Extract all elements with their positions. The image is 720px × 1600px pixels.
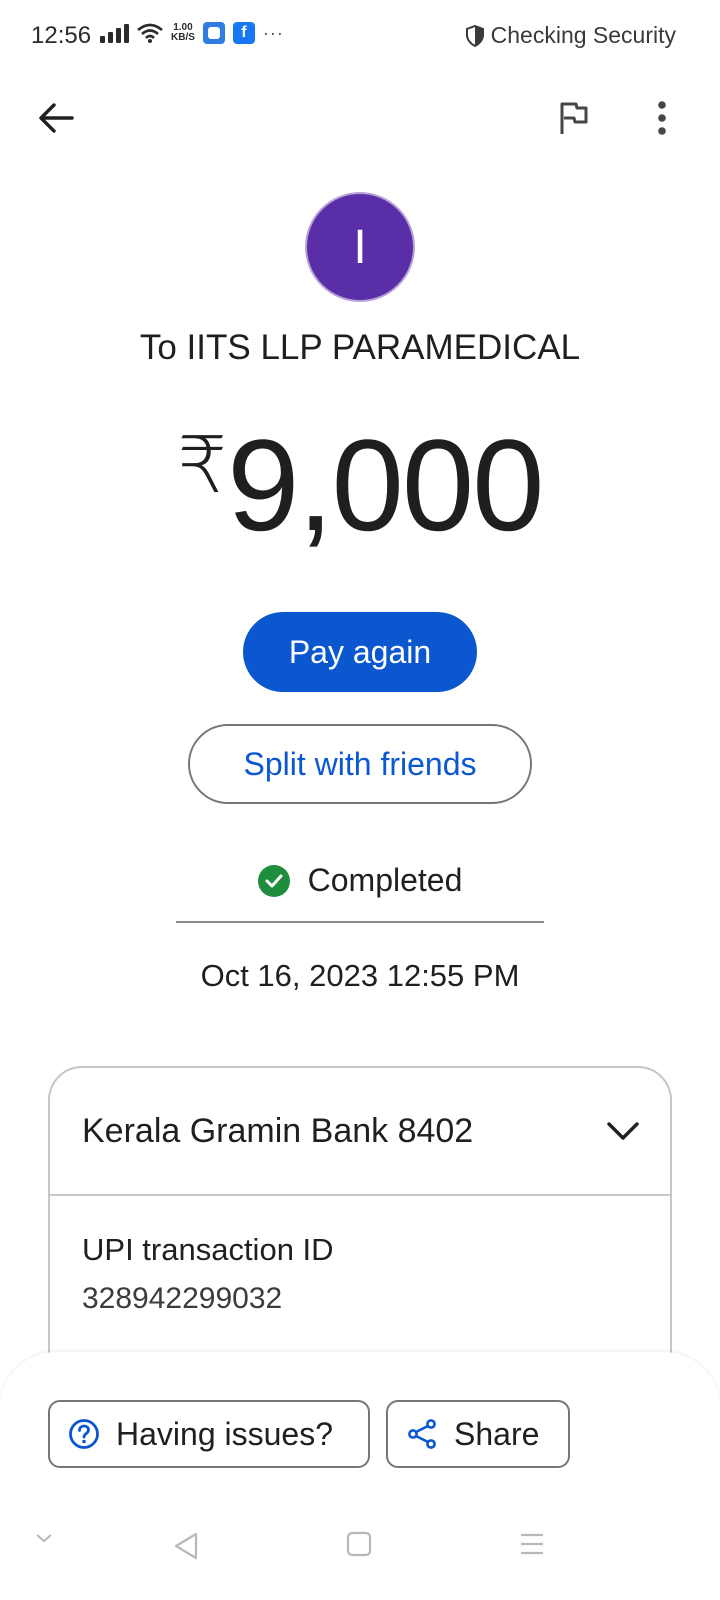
network-speed: 1.00 KB/S [171,23,195,43]
share-label: Share [454,1415,540,1452]
shield-icon [465,24,484,47]
more-options-button[interactable] [644,96,680,140]
pay-again-button[interactable]: Pay again [243,612,477,692]
transaction-datetime: Oct 16, 2023 12:55 PM [200,958,520,993]
nav-home-button[interactable] [346,1531,372,1557]
currency-symbol: ₹ [177,421,228,509]
avatar: I [305,192,415,302]
amount-value: 9,000 [227,412,544,558]
having-issues-button[interactable]: Having issues? [48,1400,370,1468]
status-text: Completed [307,862,463,898]
more-notifications-icon: ··· [262,22,284,43]
nav-collapse-button[interactable] [34,1531,54,1545]
security-text: Checking Security [490,22,676,48]
wifi-icon [137,23,163,43]
menu-recents-icon [521,1533,543,1555]
bank-account-row[interactable]: Kerala Gramin Bank 8402 [50,1068,670,1196]
back-button[interactable] [34,96,78,140]
security-status: Checking Security [465,22,676,49]
app-notification-icon [202,22,225,44]
check-circle-icon [257,864,290,897]
upi-transaction-id: 328942299032 [82,1282,283,1315]
help-circle-icon [69,1419,99,1449]
chevron-down-icon [36,1534,52,1543]
status-icons: 1.00 KB/S f ··· [100,22,284,44]
system-navigation-bar [0,1525,720,1585]
nav-recents-button[interactable] [518,1531,546,1557]
more-vert-icon [658,101,666,135]
payee-name: To IITS LLP PARAMEDICAL [139,328,581,367]
status-time: 12:56 [31,22,92,49]
speed-unit: KB/S [171,32,195,43]
triangle-back-icon [174,1532,198,1560]
signal-icon [100,23,129,43]
chevron-down-icon [607,1122,639,1140]
share-button[interactable]: Share [386,1400,570,1468]
split-with-friends-button[interactable]: Split with friends [188,724,532,804]
amount: ₹9,000 [0,410,720,560]
upi-section: UPI transaction ID 328942299032 [50,1196,670,1316]
having-issues-label: Having issues? [116,1415,333,1452]
transaction-status: Completed [0,862,720,899]
divider [176,921,544,923]
flag-icon [560,102,588,134]
report-button[interactable] [552,96,596,140]
back-arrow-icon [39,103,74,133]
share-icon [408,1419,436,1449]
nav-back-button[interactable] [172,1531,200,1561]
square-home-icon [346,1531,372,1557]
status-bar: 12:56 1.00 KB/S f ··· Checking Security [0,0,720,72]
upi-transaction-label: UPI transaction ID [82,1232,334,1267]
bank-account: Kerala Gramin Bank 8402 [82,1111,474,1150]
facebook-icon: f [232,22,255,44]
